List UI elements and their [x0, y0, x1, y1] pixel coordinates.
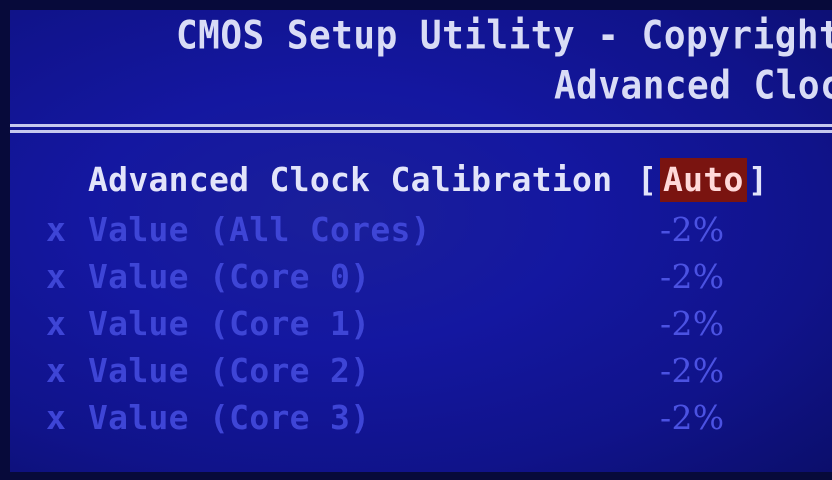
setting-row-disabled: x Value (All Cores) -2% [0, 208, 832, 252]
setting-value: -2% [660, 257, 725, 296]
setting-label: Value (Core 0) [88, 257, 371, 296]
page-title: Advanced Cloc [554, 64, 832, 109]
setting-value-selected[interactable]: Auto [660, 158, 747, 202]
setting-label: Value (Core 3) [88, 398, 371, 437]
setting-value: -2% [660, 351, 725, 390]
disabled-marker: x [46, 304, 67, 343]
disabled-marker: x [46, 351, 67, 390]
setting-row-disabled: x Value (Core 0) -2% [0, 255, 832, 299]
disabled-marker: x [46, 398, 67, 437]
setting-value: -2% [660, 210, 725, 249]
header-divider-top [10, 124, 832, 127]
bracket-close: ] [748, 160, 769, 199]
header-divider-bottom [10, 130, 832, 133]
setting-value: -2% [660, 398, 725, 437]
setting-row-disabled: x Value (Core 2) -2% [0, 349, 832, 393]
disabled-marker: x [46, 257, 67, 296]
setting-row-disabled: x Value (Core 1) -2% [0, 302, 832, 346]
setting-label: Advanced Clock Calibration [88, 160, 613, 199]
setting-row-disabled: x Value (Core 3) -2% [0, 396, 832, 440]
window-title: CMOS Setup Utility - Copyright [176, 14, 832, 59]
setting-row-acc[interactable]: Advanced Clock Calibration [ Auto ] [0, 158, 832, 202]
setting-label: Value (All Cores) [88, 210, 431, 249]
setting-label: Value (Core 1) [88, 304, 371, 343]
disabled-marker: x [46, 210, 67, 249]
bracket-open: [ [637, 160, 658, 199]
screen-bezel-bottom [0, 472, 832, 480]
setting-label: Value (Core 2) [88, 351, 371, 390]
bios-screen: CMOS Setup Utility - Copyright Advanced … [0, 0, 832, 480]
setting-value: -2% [660, 304, 725, 343]
screen-bezel-top [0, 0, 832, 10]
